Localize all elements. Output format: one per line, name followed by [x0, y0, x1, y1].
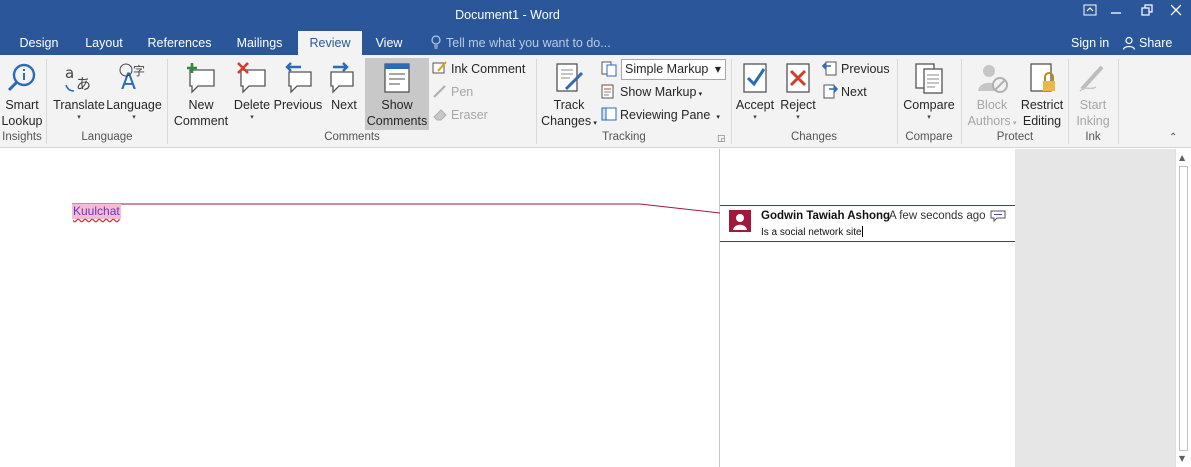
commented-text[interactable]: Kuulchat — [72, 204, 121, 219]
comment-text-field[interactable]: Is a social network site — [761, 226, 863, 238]
comment-balloon[interactable]: Godwin Tawiah Ashong A few seconds ago I… — [720, 205, 1015, 242]
comment-timestamp: A few seconds ago — [889, 210, 986, 222]
comment-author: Godwin Tawiah Ashong — [761, 210, 891, 222]
user-avatar-icon — [733, 214, 747, 230]
avatar — [729, 210, 751, 232]
reply-icon — [990, 210, 1006, 223]
reply-button[interactable] — [990, 210, 1006, 223]
text-cursor — [861, 226, 863, 237]
comment-text: Is a social network site — [761, 227, 862, 238]
